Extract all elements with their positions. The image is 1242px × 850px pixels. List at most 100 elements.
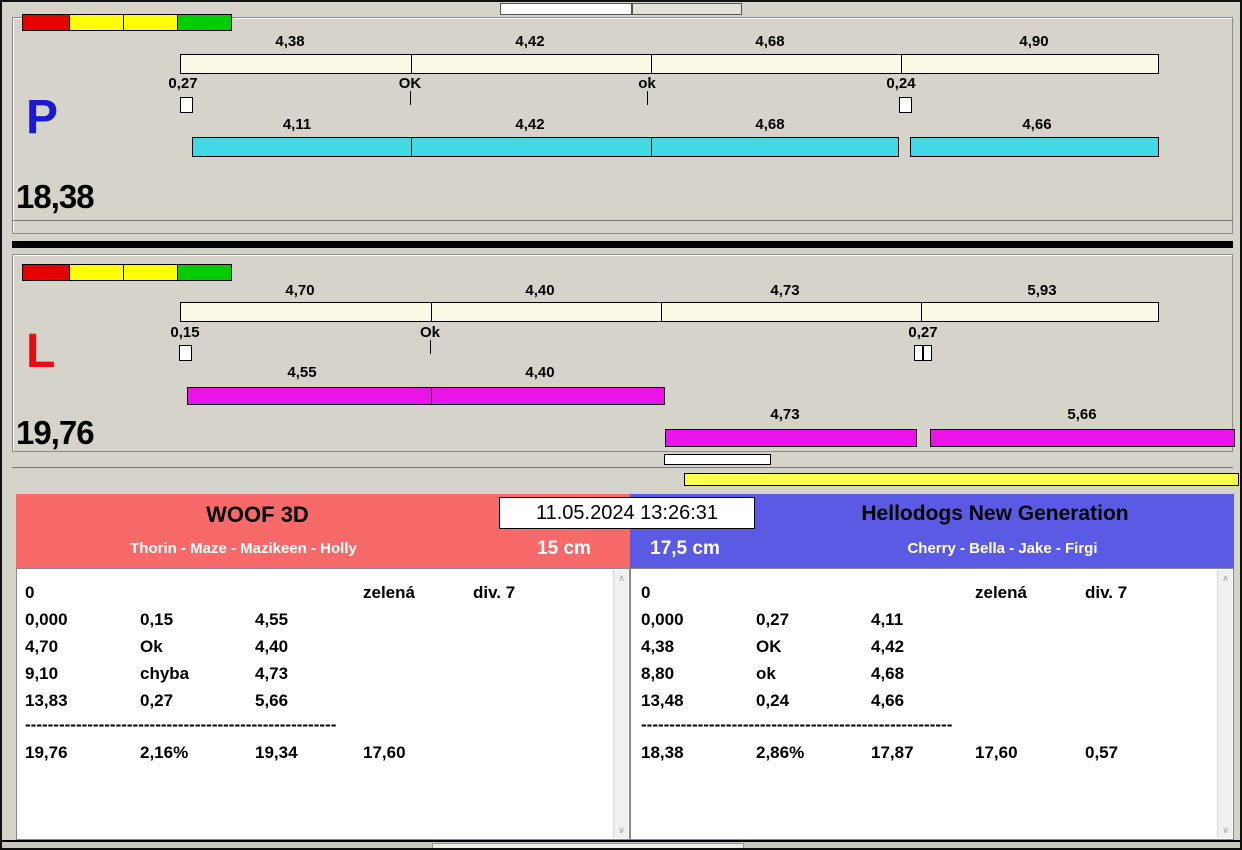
panel-divider-line bbox=[12, 467, 1233, 468]
team-left-results[interactable]: 0 zelená div. 7 0,000 0,15 4,55 4,70 Ok … bbox=[16, 568, 630, 840]
team-left-title: WOOF 3D bbox=[206, 502, 309, 527]
result-cell: 4,40 bbox=[255, 637, 289, 656]
marker-label: 0,27 bbox=[168, 75, 198, 92]
track-p-letter: P bbox=[26, 91, 59, 144]
segment-time-label: 4,68 bbox=[755, 116, 785, 133]
scroll-up-icon[interactable]: ∧ bbox=[614, 570, 629, 586]
result-cell: 0,000 bbox=[641, 610, 684, 629]
result-cell: 4,38 bbox=[641, 637, 675, 656]
result-cell: div. 7 bbox=[1085, 583, 1128, 602]
l-reference-bar bbox=[180, 302, 1159, 322]
marker-label: 0,24 bbox=[886, 75, 916, 92]
taskbar-fragment bbox=[432, 843, 744, 848]
legend-red-box bbox=[22, 14, 70, 31]
segment-time-label: 4,42 bbox=[515, 33, 545, 50]
marker-tick bbox=[647, 91, 648, 105]
legend-yellow-box bbox=[124, 264, 178, 281]
marker-tick bbox=[410, 91, 411, 105]
separator-dashes: ----------------------------------------… bbox=[641, 715, 953, 734]
result-cell: zelená bbox=[363, 583, 415, 602]
bar-divider bbox=[431, 388, 432, 404]
segment-time-label: 4,90 bbox=[1019, 33, 1049, 50]
result-cell: 4,66 bbox=[871, 691, 905, 710]
scroll-up-icon[interactable]: ∧ bbox=[1218, 570, 1233, 586]
bar-divider bbox=[921, 303, 922, 321]
result-cell: 0 bbox=[641, 583, 651, 602]
track-l-letter: L bbox=[26, 325, 56, 378]
legend-red-box bbox=[22, 264, 70, 281]
p-threshold-legend bbox=[22, 14, 232, 31]
result-cell: zelená bbox=[975, 583, 1027, 602]
bar-divider bbox=[661, 303, 662, 321]
p-run-bar bbox=[910, 137, 1159, 157]
team-right-title: Hellodogs New Generation bbox=[861, 502, 1129, 525]
segment-time-label: 4,73 bbox=[770, 282, 800, 299]
bar-divider bbox=[411, 138, 412, 156]
result-cell: 9,10 bbox=[25, 664, 59, 683]
marker-label: Ok bbox=[419, 324, 440, 341]
l-threshold-legend bbox=[22, 264, 232, 281]
result-total-cell: 2,16% bbox=[140, 743, 189, 762]
result-cell: 0,24 bbox=[756, 691, 790, 710]
background-window-fragment bbox=[632, 3, 742, 15]
result-cell: 13,48 bbox=[641, 691, 684, 710]
result-cell: 4,68 bbox=[871, 664, 905, 683]
result-cell: 0,27 bbox=[140, 691, 174, 710]
segment-time-label: 4,73 bbox=[770, 406, 800, 423]
result-total-cell: 17,87 bbox=[871, 743, 914, 762]
result-total-cell: 17,60 bbox=[363, 743, 406, 762]
segment-time-label: 4,68 bbox=[755, 33, 785, 50]
team-right-dogs: Cherry - Bella - Jake - Firgi bbox=[907, 540, 1098, 557]
scroll-down-icon[interactable]: ∨ bbox=[1218, 822, 1233, 838]
segment-time-label: 4,38 bbox=[275, 33, 305, 50]
result-cell: 0,27 bbox=[756, 610, 790, 629]
team-left-height: 15 cm bbox=[537, 538, 591, 559]
legend-yellow-box bbox=[70, 264, 124, 281]
result-cell: 4,73 bbox=[255, 664, 289, 683]
segment-time-label: 4,70 bbox=[285, 282, 315, 299]
separator-dashes: ----------------------------------------… bbox=[25, 715, 337, 734]
result-cell: 4,42 bbox=[871, 637, 905, 656]
result-cell: div. 7 bbox=[473, 583, 516, 602]
l-run-bar bbox=[187, 387, 665, 405]
marker-box bbox=[180, 97, 193, 113]
marker-box bbox=[899, 97, 912, 113]
result-total-cell: 19,34 bbox=[255, 743, 298, 762]
result-cell: chyba bbox=[140, 664, 190, 683]
result-cell: 5,66 bbox=[255, 691, 289, 710]
marker-box bbox=[914, 345, 923, 361]
result-cell: 0 bbox=[25, 583, 35, 602]
result-cell: 4,11 bbox=[871, 610, 904, 629]
scroll-down-icon[interactable]: ∨ bbox=[614, 822, 629, 838]
result-cell: ok bbox=[756, 664, 776, 683]
track-l-total: 19,76 bbox=[16, 414, 95, 451]
bar-divider bbox=[651, 138, 652, 156]
app-window: 4,38 4,42 4,68 4,90 0,27 OK ok 0,24 4,11… bbox=[0, 0, 1242, 850]
datetime-display: 11.05.2024 13:26:31 bbox=[499, 497, 755, 529]
result-total-cell: 2,86% bbox=[756, 743, 805, 762]
marker-label: OK bbox=[398, 75, 422, 92]
legend-green-box bbox=[178, 264, 232, 281]
segment-time-label: 5,93 bbox=[1027, 282, 1057, 299]
team-right-results[interactable]: 0 zelená div. 7 0,000 0,27 4,11 4,38 OK … bbox=[630, 568, 1234, 840]
scrollbar[interactable]: ∧ ∨ bbox=[1217, 570, 1232, 838]
result-total-cell: 18,38 bbox=[641, 743, 684, 762]
progress-box bbox=[664, 454, 771, 465]
result-total-cell: 0,57 bbox=[1085, 743, 1119, 762]
yellow-progress-bar bbox=[684, 473, 1239, 486]
segment-time-label: 4,40 bbox=[525, 282, 555, 299]
track-p-total: 18,38 bbox=[16, 178, 95, 215]
result-total-cell: 17,60 bbox=[975, 743, 1018, 762]
segment-time-label: 4,40 bbox=[525, 364, 555, 381]
section-divider bbox=[12, 241, 1233, 248]
scrollbar[interactable]: ∧ ∨ bbox=[613, 570, 628, 838]
bar-divider bbox=[901, 55, 902, 73]
legend-yellow-box bbox=[124, 14, 178, 31]
result-cell: 13,83 bbox=[25, 691, 68, 710]
p-reference-bar bbox=[180, 54, 1159, 74]
legend-yellow-box bbox=[70, 14, 124, 31]
marker-box bbox=[179, 345, 192, 361]
panel-divider-line bbox=[12, 220, 1233, 221]
background-window-fragment bbox=[500, 3, 632, 15]
marker-tick bbox=[430, 340, 431, 354]
